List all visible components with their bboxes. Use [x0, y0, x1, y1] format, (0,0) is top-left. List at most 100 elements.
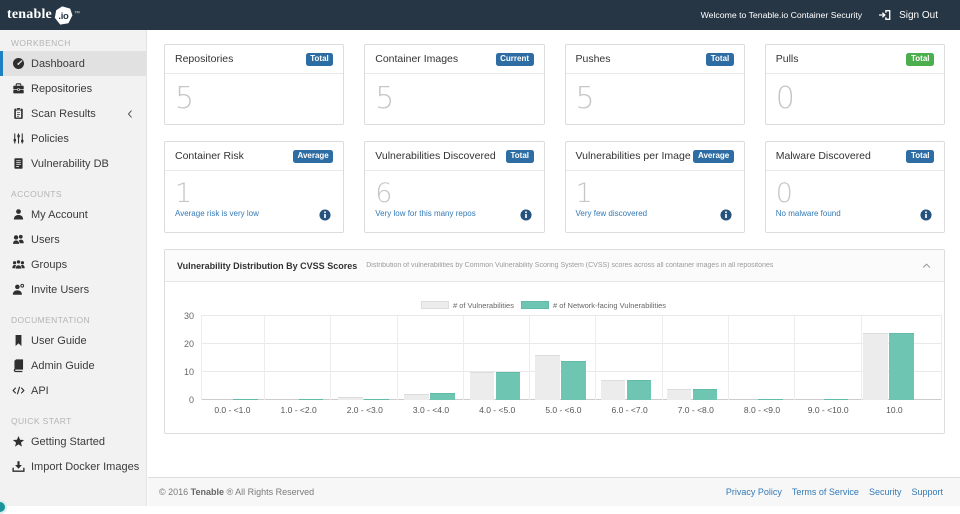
sidebar-item-policies[interactable]: Policies	[0, 126, 146, 151]
card-header: Pulls Total	[765, 45, 944, 74]
sidebar-item-dashboard[interactable]: Dashboard	[0, 51, 146, 76]
sidebar-item-label: Invite Users	[31, 283, 90, 296]
stats-row-1: Repositories Total 5 Container Images Curren…	[164, 44, 945, 125]
copyright-brand: Tenable	[190, 487, 224, 497]
copyright-text: © 2016 Tenable ® All Rights Reserved	[159, 487, 314, 497]
welcome-message: Welcome to Tenable.io Container Security	[700, 10, 863, 20]
card-badge: Total	[906, 52, 934, 66]
sidebar-item-api[interactable]: API	[0, 378, 146, 403]
x-tick-label: 10.0	[886, 405, 903, 415]
sidebar-section-label: QUICK START	[11, 416, 72, 426]
sidebar-item-repositories[interactable]: Repositories	[0, 76, 146, 101]
stat-value: 1	[175, 178, 193, 209]
sidebar-item-admin-guide[interactable]: Admin Guide	[0, 353, 146, 378]
top-navbar: tenable .io ™ Welcome to Tenable.io Cont…	[0, 0, 960, 30]
stat-card-malware-discovered: Malware Discovered Total 0 No malware found	[764, 141, 945, 233]
scan-results-icon	[12, 107, 25, 120]
v-gridline	[330, 316, 332, 400]
sidebar-item-groups[interactable]: Groups	[0, 252, 146, 277]
panel-subtitle: Distribution of vulnerabilities by Commo…	[366, 262, 774, 269]
x-tick-label: 0.0 - <1.0	[214, 405, 251, 415]
card-title: Vulnerabilities Discovered	[375, 150, 496, 162]
users-icon	[12, 233, 25, 246]
bar-network-facing-2[interactable]	[364, 398, 389, 400]
bar-vulnerabilities-5[interactable]	[535, 355, 560, 400]
bar-vulnerabilities-3[interactable]	[404, 393, 429, 400]
x-tick-label: 6.0 - <7.0	[611, 405, 648, 415]
bar-network-facing-9[interactable]	[823, 398, 849, 400]
card-badge: Average	[693, 149, 734, 163]
v-gridline	[529, 316, 531, 400]
sidebar-section-label: WORKBENCH	[11, 38, 71, 48]
bar-network-facing-5[interactable]	[561, 360, 586, 400]
api-icon	[12, 384, 25, 397]
sidebar-item-label: Dashboard	[31, 57, 85, 70]
page-footer: © 2016 Tenable ® All Rights Reserved Pri…	[148, 477, 960, 506]
import-docker-icon	[12, 460, 25, 473]
stat-note: Very few discovered	[575, 208, 648, 218]
bar-network-facing-1[interactable]	[298, 398, 324, 400]
card-badge: Average	[292, 149, 334, 163]
y-tick-label: 0	[188, 395, 194, 405]
card-title: Pulls	[775, 53, 799, 65]
bar-vulnerabilities-6[interactable]	[600, 380, 626, 400]
sidebar-item-label: Import Docker Images	[31, 460, 140, 473]
bar-network-facing-7[interactable]	[692, 388, 718, 400]
stat-card-vulnerabilities-per-image: Vulnerabilities per Image Average 1 Very fe…	[564, 141, 745, 233]
stat-card-vulnerabilities-discovered: Vulnerabilities Discovered Total 6 Very low…	[364, 141, 545, 233]
collapse-panel-button[interactable]	[921, 260, 932, 271]
card-body: 1 Average risk is very low	[165, 171, 343, 232]
footer-link-support[interactable]: Support	[911, 487, 943, 497]
footer-link-security[interactable]: Security	[869, 487, 902, 497]
stat-note: Very low for this many repos	[375, 208, 476, 218]
bar-network-facing-0[interactable]	[233, 398, 258, 400]
card-badge: Total	[906, 149, 934, 163]
bar-network-facing-10[interactable]	[889, 332, 914, 400]
v-gridline	[595, 316, 597, 400]
info-icon[interactable]	[720, 208, 732, 221]
vulnerability-db-icon	[12, 157, 25, 170]
tenable-io-logo[interactable]: tenable .io ™	[7, 5, 80, 25]
sidebar-section-label: ACCOUNTS	[11, 189, 62, 199]
card-header: Vulnerabilities per Image Average	[565, 142, 744, 171]
sign-out-label: Sign Out	[899, 9, 938, 21]
my-account-icon	[12, 208, 25, 221]
sidebar-item-scan-results[interactable]: Scan Results	[0, 101, 146, 126]
cvss-distribution-panel: Vulnerability Distribution By CVSS Score…	[164, 249, 945, 434]
chevron-left-icon[interactable]	[125, 109, 135, 119]
sign-out-button[interactable]: Sign Out	[878, 8, 938, 22]
bar-network-facing-8[interactable]	[758, 398, 783, 400]
bar-vulnerabilities-2[interactable]	[338, 397, 363, 400]
bar-vulnerabilities-10[interactable]	[863, 332, 888, 400]
sidebar-item-label: Groups	[31, 258, 68, 271]
bar-network-facing-6[interactable]	[626, 380, 652, 400]
stat-value: 5	[175, 81, 195, 116]
sidebar-item-invite-users[interactable]: Invite Users	[0, 277, 146, 302]
sidebar-item-vulnerability-db[interactable]: Vulnerability DB	[0, 151, 146, 176]
bar-network-facing-4[interactable]	[495, 372, 521, 400]
sidebar-item-import-docker-images[interactable]: Import Docker Images	[0, 454, 146, 479]
sidebar-item-users[interactable]: Users	[0, 227, 146, 252]
legend-label: # of Network-facing Vulnerabilities	[552, 300, 667, 310]
sidebar-item-my-account[interactable]: My Account	[0, 202, 146, 227]
info-icon[interactable]	[319, 208, 331, 221]
v-gridline	[794, 316, 796, 400]
y-tick-label: 30	[183, 311, 194, 321]
card-body: 5	[566, 74, 744, 124]
info-icon[interactable]	[519, 208, 532, 221]
card-header: Container Images Current	[365, 45, 544, 74]
x-tick-label: 2.0 - <3.0	[346, 405, 383, 415]
bar-network-facing-3[interactable]	[430, 393, 455, 400]
footer-link-privacy-policy[interactable]: Privacy Policy	[726, 487, 782, 497]
bar-vulnerabilities-7[interactable]	[666, 388, 692, 400]
bar-vulnerabilities-4[interactable]	[469, 372, 495, 400]
info-icon[interactable]	[920, 208, 932, 221]
invite-users-icon	[12, 283, 25, 296]
card-body: 6 Very low for this many repos	[365, 171, 543, 232]
sign-out-icon	[878, 8, 892, 22]
sidebar-item-getting-started[interactable]: Getting Started	[0, 429, 146, 454]
footer-link-terms-of-service[interactable]: Terms of Service	[792, 487, 859, 497]
card-title: Repositories	[175, 53, 234, 65]
stat-value: 1	[575, 178, 593, 209]
sidebar-item-user-guide[interactable]: User Guide	[0, 328, 146, 353]
